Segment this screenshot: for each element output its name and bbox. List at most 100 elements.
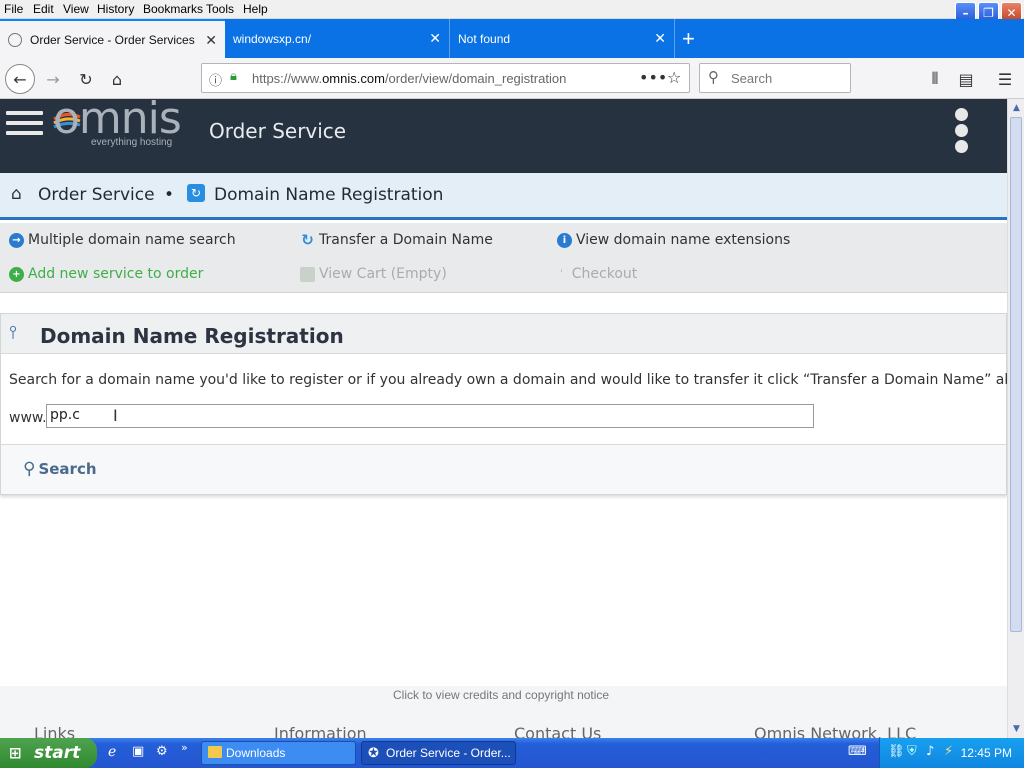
menu-tools[interactable]: Tools bbox=[206, 2, 234, 16]
multiple-search-link[interactable]: → Multiple domain name search bbox=[9, 232, 236, 248]
tab-bar: Order Service - Order Services ✕ windows… bbox=[0, 19, 1024, 58]
tab-not-found[interactable]: Not found ✕ bbox=[450, 19, 675, 58]
ie-quicklaunch-icon[interactable]: ℯ bbox=[108, 744, 116, 760]
page-footer: Click to view credits and copyright noti… bbox=[0, 686, 1007, 743]
system-tray: ⛓ ⛨ ♪ ⚡ 12:45 PM bbox=[879, 738, 1024, 768]
tab-title: Order Service - Order Services bbox=[30, 32, 195, 47]
tab-title: Not found bbox=[458, 31, 511, 46]
power-icon[interactable]: ⚡ bbox=[944, 744, 953, 759]
network-icon[interactable]: ⛓ bbox=[888, 744, 905, 759]
home-icon: ⌂ bbox=[11, 184, 22, 204]
library-button[interactable]: ⫴ bbox=[922, 66, 948, 92]
scroll-thumb[interactable] bbox=[1010, 117, 1022, 632]
taskbar-firefox[interactable]: ✪ Order Service - Order... bbox=[361, 741, 516, 765]
home-button[interactable]: ⌂ bbox=[104, 66, 130, 92]
search-icon: ⚲ bbox=[708, 68, 719, 86]
breadcrumb-current: Domain Name Registration bbox=[214, 185, 444, 205]
add-service-link[interactable]: + Add new service to order bbox=[9, 266, 203, 282]
domain-search-input[interactable]: pp.c I bbox=[46, 404, 814, 428]
vertical-scrollbar[interactable]: ▲ ▼ bbox=[1007, 99, 1024, 738]
info-circle-icon: i bbox=[557, 232, 572, 248]
www-prefix-label: www. bbox=[9, 410, 47, 426]
tab-windowsxp[interactable]: windowsxp.cn/ ✕ bbox=[225, 19, 450, 58]
home-icon: ⌂ bbox=[111, 69, 123, 89]
panel-description: Search for a domain name you'd like to r… bbox=[9, 372, 1024, 388]
windows-logo-icon: ⊞ bbox=[9, 744, 22, 762]
transfer-domain-link[interactable]: ↻ Transfer a Domain Name bbox=[300, 231, 493, 249]
action-bar: → Multiple domain name search ↻ Transfer… bbox=[0, 223, 1007, 293]
sidebar-button[interactable]: ▤ bbox=[953, 66, 979, 92]
info-icon[interactable]: ⓘ bbox=[209, 70, 222, 89]
library-icon: ⫴ bbox=[931, 69, 939, 88]
omnis-logo[interactable]: omnis bbox=[53, 97, 182, 141]
volume-icon[interactable]: ♪ bbox=[926, 744, 934, 759]
firefox-icon: ✪ bbox=[368, 745, 379, 760]
tab-title: windowsxp.cn/ bbox=[233, 31, 312, 46]
lock-icon: 🔒︎ bbox=[230, 69, 237, 84]
checkout-link: ˈ Checkout bbox=[560, 266, 638, 282]
header-title: Order Service bbox=[209, 119, 347, 143]
shield-icon[interactable]: ⛨ bbox=[907, 744, 917, 759]
new-tab-button[interactable]: + bbox=[677, 19, 707, 58]
view-extensions-link[interactable]: i View domain name extensions bbox=[557, 232, 790, 248]
checkout-icon: ˈ bbox=[560, 268, 563, 280]
panel-header: ⫯ Domain Name Registration bbox=[1, 314, 1006, 354]
menu-help[interactable]: Help bbox=[243, 2, 268, 16]
logo-tagline: everything hosting bbox=[91, 137, 173, 148]
hamburger-menu-icon: ☰ bbox=[997, 69, 1013, 89]
url-text: https://www.omnis.com/order/view/domain_… bbox=[252, 71, 567, 86]
menu-view[interactable]: View bbox=[63, 2, 89, 16]
browser-search-box[interactable]: ⚲ Search bbox=[699, 63, 851, 93]
clock: 12:45 PM bbox=[960, 746, 1012, 760]
magnifier-icon: ⚲ bbox=[23, 459, 36, 479]
forward-arrow-icon: → bbox=[46, 69, 60, 89]
folder-icon bbox=[208, 746, 222, 758]
domain-icon: ↻ bbox=[187, 184, 205, 202]
transfer-icon: ↻ bbox=[301, 231, 314, 249]
menu-file[interactable]: File bbox=[4, 2, 23, 16]
taskbar-downloads[interactable]: Downloads bbox=[201, 741, 356, 765]
arrow-right-circle-icon: → bbox=[9, 232, 24, 248]
text-cursor-icon: I bbox=[113, 406, 118, 425]
sliders-icon: ⫯ bbox=[9, 322, 17, 343]
scroll-down-icon[interactable]: ▼ bbox=[1009, 721, 1024, 736]
domain-registration-panel: ⫯ Domain Name Registration Search for a … bbox=[0, 313, 1024, 495]
tab-order-service[interactable]: Order Service - Order Services ✕ bbox=[0, 19, 225, 58]
cart-icon bbox=[300, 266, 315, 282]
search-button[interactable]: ⚲ Search bbox=[23, 459, 97, 479]
scroll-up-icon[interactable]: ▲ bbox=[1009, 100, 1024, 115]
close-tab-icon[interactable]: ✕ bbox=[654, 30, 666, 47]
menu-bar: File Edit View History Bookmarks Tools H… bbox=[0, 0, 1024, 23]
url-bar[interactable]: ⓘ 🔒︎ https://www.omnis.com/order/view/do… bbox=[201, 63, 690, 93]
menu-bookmarks[interactable]: Bookmarks bbox=[143, 2, 203, 16]
breadcrumb: ⌂ Order Service • ↻ Domain Name Registra… bbox=[0, 173, 1007, 220]
menu-edit[interactable]: Edit bbox=[33, 2, 54, 16]
start-button[interactable]: ⊞ start bbox=[0, 738, 97, 768]
plus-circle-icon: + bbox=[9, 266, 24, 282]
sidebar-icon: ▤ bbox=[958, 69, 974, 89]
back-button[interactable]: ← bbox=[5, 64, 35, 94]
page-actions-icon[interactable]: ••• bbox=[639, 68, 667, 87]
reload-icon: ↻ bbox=[79, 69, 93, 89]
bookmark-star-icon[interactable]: ☆ bbox=[667, 68, 681, 87]
app-menu-button[interactable]: ☰ bbox=[992, 66, 1018, 92]
close-tab-icon[interactable]: ✕ bbox=[205, 32, 217, 49]
desktop-quicklaunch-icon[interactable]: ▣ bbox=[132, 744, 144, 759]
more-options-icon[interactable] bbox=[955, 108, 971, 154]
breadcrumb-separator: • bbox=[164, 185, 175, 205]
close-tab-icon[interactable]: ✕ bbox=[429, 30, 441, 47]
credits-link[interactable]: Click to view credits and copyright noti… bbox=[393, 688, 609, 702]
panel-footer: ⚲ Search bbox=[1, 444, 1006, 494]
search-placeholder: Search bbox=[731, 71, 773, 86]
forward-button[interactable]: → bbox=[40, 66, 66, 92]
globe-icon bbox=[8, 32, 22, 47]
domain-input-value: pp.c bbox=[50, 407, 80, 423]
site-menu-button[interactable] bbox=[6, 111, 43, 137]
reload-button[interactable]: ↻ bbox=[73, 66, 99, 92]
keyboard-icon[interactable]: ⌨ bbox=[848, 744, 867, 759]
quicklaunch-more-icon[interactable]: » bbox=[181, 741, 188, 754]
menu-history[interactable]: History bbox=[97, 2, 134, 16]
media-quicklaunch-icon[interactable]: ⚙ bbox=[156, 744, 168, 759]
breadcrumb-home-link[interactable]: Order Service bbox=[38, 185, 155, 205]
view-cart-link: View Cart (Empty) bbox=[300, 266, 447, 282]
